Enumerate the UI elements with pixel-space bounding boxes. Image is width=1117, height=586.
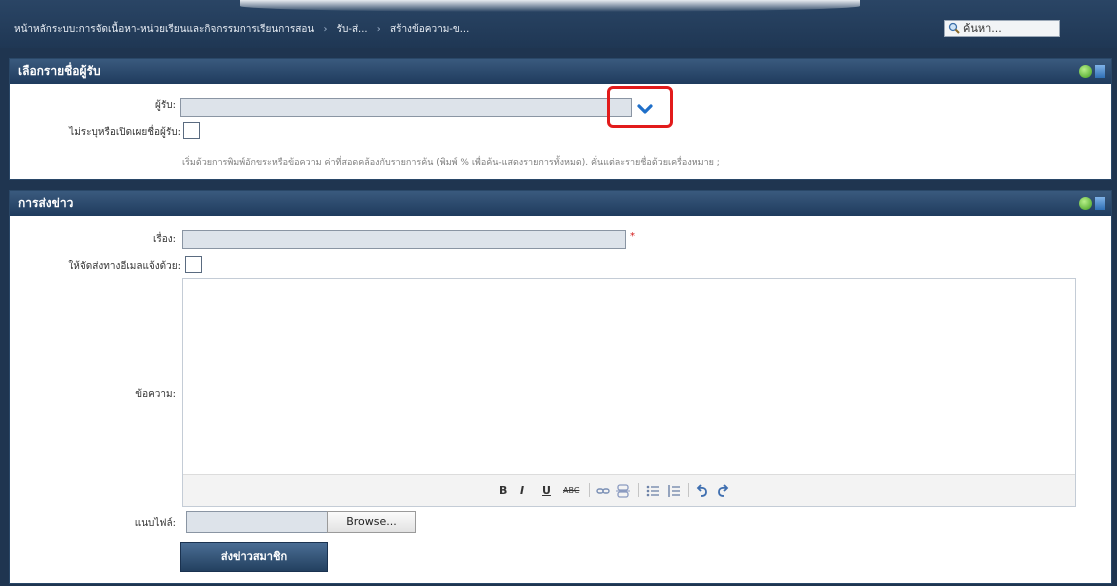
italic-button[interactable]: I bbox=[520, 484, 524, 497]
top-glow-decoration bbox=[240, 0, 860, 12]
subject-field[interactable] bbox=[182, 230, 626, 249]
numbered-list-icon[interactable] bbox=[667, 484, 681, 498]
message-panel: การส่งข่าว เรื่อง: * ให้จัดส่งทางอีเมลแจ… bbox=[9, 190, 1112, 584]
panel-controls bbox=[1079, 65, 1105, 79]
dock-icon[interactable] bbox=[1095, 197, 1105, 210]
recipients-panel-title: เลือกรายชื่อผู้รับ bbox=[18, 64, 101, 78]
breadcrumb-item-inbox[interactable]: รับ-ส่... bbox=[337, 24, 368, 35]
recipient-hint-text: เริ่มด้วยการพิมพ์อักขระหรือข้อความ ค่าที… bbox=[182, 158, 720, 168]
editor-toolbar: B I U ABC bbox=[183, 474, 1075, 506]
breadcrumb: หน้าหลักระบบ:การจัดเนื้อหา-หน่วยเรียนและ… bbox=[14, 20, 475, 40]
recipients-panel-header: เลือกรายชื่อผู้รับ bbox=[10, 59, 1111, 84]
email-notify-checkbox[interactable] bbox=[185, 256, 202, 273]
email-notify-label: ให้จัดส่งทางอีเมลแจ้งด้วย: bbox=[68, 261, 181, 272]
recipient-label: ผู้รับ: bbox=[155, 100, 176, 111]
send-message-button[interactable]: ส่งข่าวสมาชิก bbox=[180, 542, 328, 572]
toolbar-separator bbox=[688, 483, 689, 497]
unlink-icon[interactable] bbox=[616, 484, 630, 498]
browse-button[interactable]: Browse... bbox=[327, 511, 416, 533]
recipients-panel: เลือกรายชื่อผู้รับ ผู้รับ: ไม่ระบุหรือเป… bbox=[9, 58, 1112, 180]
toolbar-separator bbox=[589, 483, 590, 497]
bullet-list-icon[interactable] bbox=[646, 484, 660, 498]
attachment-file-field[interactable] bbox=[186, 511, 332, 533]
message-label: ข้อความ: bbox=[135, 389, 176, 400]
redo-icon[interactable] bbox=[716, 484, 730, 498]
search-label: ค้นหา... bbox=[963, 22, 1002, 35]
dock-icon[interactable] bbox=[1095, 65, 1105, 78]
undo-icon[interactable] bbox=[695, 484, 709, 498]
panel-controls bbox=[1079, 197, 1105, 211]
breadcrumb-item-compose[interactable]: สร้างข้อความ-ข... bbox=[390, 24, 469, 35]
breadcrumb-separator: › bbox=[376, 24, 381, 35]
collapse-icon[interactable] bbox=[1079, 197, 1092, 210]
attachment-label: แนบไฟล์: bbox=[134, 518, 176, 529]
message-textarea[interactable] bbox=[183, 279, 1075, 475]
underline-button[interactable]: U bbox=[542, 484, 551, 497]
link-icon[interactable] bbox=[596, 485, 610, 497]
dropdown-highlight-box bbox=[607, 86, 673, 128]
recipient-field[interactable] bbox=[180, 98, 632, 117]
collapse-icon[interactable] bbox=[1079, 65, 1092, 78]
required-marker: * bbox=[630, 231, 635, 242]
subject-label: เรื่อง: bbox=[152, 234, 176, 245]
message-panel-title: การส่งข่าว bbox=[18, 196, 74, 210]
message-editor: B I U ABC bbox=[182, 278, 1076, 507]
toolbar-separator bbox=[638, 483, 639, 497]
message-panel-header: การส่งข่าว bbox=[10, 191, 1111, 216]
hide-recipients-label: ไม่ระบุหรือเปิดเผยชื่อผู้รับ: bbox=[69, 127, 181, 138]
breadcrumb-separator: › bbox=[323, 24, 328, 35]
bold-button[interactable]: B bbox=[499, 484, 507, 497]
hide-recipients-checkbox[interactable] bbox=[183, 122, 200, 139]
search-input[interactable]: ค้นหา... bbox=[944, 20, 1060, 37]
search-icon bbox=[948, 22, 960, 34]
top-bar: หน้าหลักระบบ:การจัดเนื้อหา-หน่วยเรียนและ… bbox=[0, 0, 1117, 48]
breadcrumb-item-home[interactable]: หน้าหลักระบบ:การจัดเนื้อหา-หน่วยเรียนและ… bbox=[14, 24, 314, 35]
strikethrough-button[interactable]: ABC bbox=[563, 486, 579, 495]
